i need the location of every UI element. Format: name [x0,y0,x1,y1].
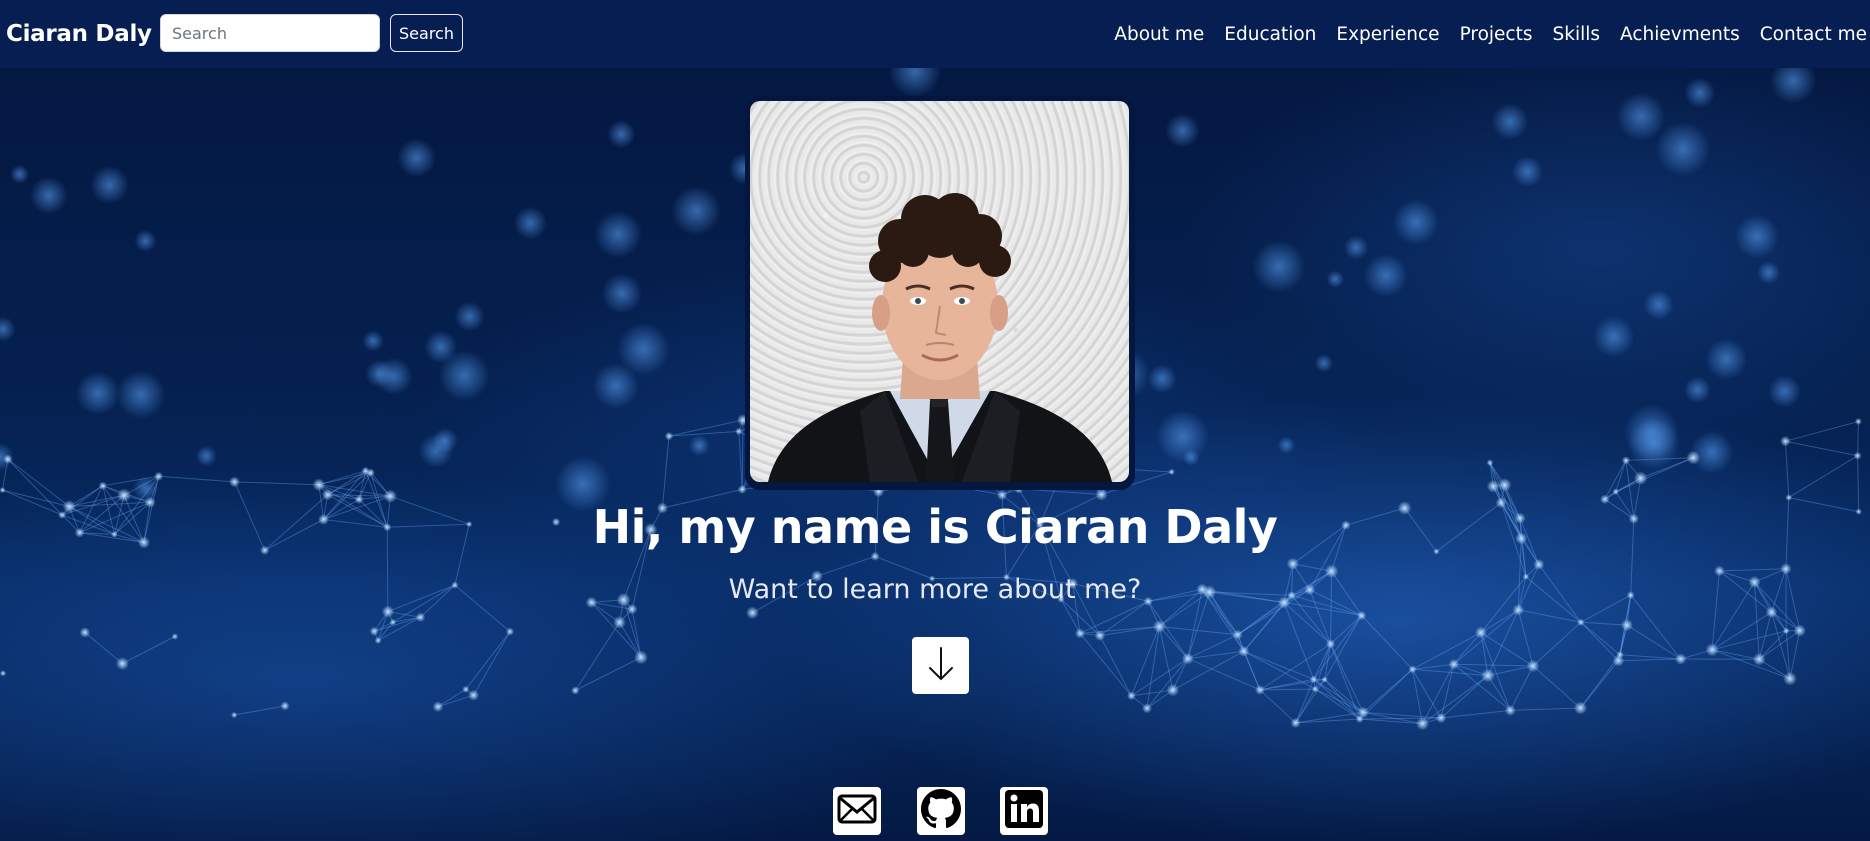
search-input[interactable] [160,14,380,52]
github-icon [921,789,961,833]
nav-links: About me Education Experience Projects S… [1114,0,1867,68]
email-icon [837,793,877,829]
scroll-down-button[interactable] [912,637,969,694]
profile-photo [750,101,1129,482]
linkedin-icon [1004,789,1044,833]
email-link[interactable] [833,787,881,835]
arrow-down-icon [926,646,956,685]
nav-link-about-me[interactable]: About me [1114,24,1204,45]
github-link[interactable] [917,787,965,835]
search-button[interactable]: Search [390,14,463,52]
nav-link-skills[interactable]: Skills [1553,24,1601,45]
brand-logo-text[interactable]: Ciaran Daly [6,21,152,47]
linkedin-link[interactable] [1000,787,1048,835]
nav-link-experience[interactable]: Experience [1336,24,1439,45]
hero-subheadline: Want to learn more about me? [728,574,1142,605]
hero-headline: Hi, my name is Ciaran Daly [592,500,1278,554]
nav-link-projects[interactable]: Projects [1460,24,1533,45]
nav-link-contact-me[interactable]: Contact me [1760,24,1867,45]
nav-link-education[interactable]: Education [1224,24,1316,45]
top-navbar: Ciaran Daly Search About me Education Ex… [0,0,1870,68]
nav-link-achievements[interactable]: Achievments [1620,24,1740,45]
profile-photo-frame [748,99,1132,487]
